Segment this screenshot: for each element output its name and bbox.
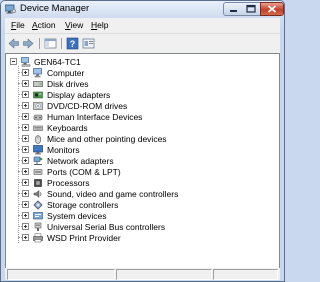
close-icon <box>267 5 277 13</box>
tree-item-label: Processors <box>47 178 90 188</box>
device-manager-icon <box>5 4 16 14</box>
menu-view[interactable]: View <box>65 20 83 30</box>
tree-item-label: WSD Print Provider <box>47 233 121 243</box>
menu-help[interactable]: Help <box>91 20 108 30</box>
tree-item-label: System devices <box>47 211 107 221</box>
tree-item-label: Universal Serial Bus controllers <box>47 222 166 232</box>
expand-toggle[interactable] <box>22 201 29 208</box>
storage-controller-icon <box>33 200 43 210</box>
toolbar-separator <box>61 38 62 49</box>
expand-toggle[interactable] <box>22 102 29 109</box>
properties-icon[interactable] <box>82 37 95 50</box>
tree-item-label: Sound, video and game controllers <box>47 189 179 199</box>
tree-item[interactable]: DVD/CD-ROM drives <box>18 101 252 112</box>
expand-toggle[interactable] <box>22 234 29 241</box>
toolbar: ? <box>5 33 280 53</box>
processor-icon <box>34 179 42 187</box>
maximize-icon <box>246 4 256 13</box>
tree-item[interactable]: Network adapters <box>18 156 252 167</box>
close-button[interactable] <box>260 2 284 16</box>
window-title: Device Manager <box>20 3 90 14</box>
help-icon[interactable]: ? <box>66 37 79 50</box>
status-cell-3 <box>213 269 278 280</box>
expand-toggle[interactable] <box>22 124 29 131</box>
expand-toggle[interactable] <box>22 69 29 76</box>
back-icon[interactable] <box>7 37 20 50</box>
expand-toggle[interactable] <box>22 91 29 98</box>
expand-toggle[interactable] <box>22 190 29 197</box>
tree-item[interactable]: Universal Serial Bus controllers <box>18 222 252 233</box>
tree-item[interactable]: Computer <box>18 68 252 79</box>
tree-root-node[interactable]: GEN64-TC1 <box>10 57 110 68</box>
svg-text:?: ? <box>70 39 76 49</box>
tree-item-label: Network adapters <box>47 156 114 166</box>
expand-toggle[interactable] <box>22 212 29 219</box>
expand-toggle[interactable] <box>22 157 29 164</box>
tree-item[interactable]: WSD Print Provider <box>18 233 252 244</box>
computer-icon <box>21 57 31 67</box>
tree-item-label: Keyboards <box>47 123 88 133</box>
status-bar <box>5 268 280 280</box>
expand-toggle[interactable] <box>22 179 29 186</box>
menu-bar: File Action View Help <box>5 18 280 33</box>
system-device-icon <box>33 212 43 220</box>
sound-icon <box>33 189 42 199</box>
expand-toggle[interactable] <box>22 80 29 87</box>
tree-item[interactable]: Display adapters <box>18 90 252 101</box>
tree-item[interactable]: Processors <box>18 178 252 189</box>
tree-item[interactable]: Disk drives <box>18 79 252 90</box>
display-adapter-icon <box>33 91 43 99</box>
tree-item[interactable]: Monitors <box>18 145 252 156</box>
printer-icon <box>33 233 43 243</box>
monitor-icon <box>33 145 43 155</box>
tree-item[interactable]: Ports (COM & LPT) <box>18 167 252 178</box>
minimize-button[interactable] <box>223 2 244 16</box>
tree-item[interactable]: System devices <box>18 211 252 222</box>
expand-toggle[interactable] <box>22 168 29 175</box>
tree-item[interactable]: Sound, video and game controllers <box>18 189 252 200</box>
minimize-icon <box>230 10 237 12</box>
network-adapter-icon <box>33 156 43 165</box>
maximize-button[interactable] <box>242 2 261 16</box>
port-icon <box>33 169 43 175</box>
disk-drive-icon <box>33 81 43 87</box>
device-manager-window: Device Manager File Action View Help ? G… <box>0 0 285 282</box>
collapse-toggle[interactable] <box>10 58 17 65</box>
tree-item-label: Computer <box>47 68 85 78</box>
status-cell-1 <box>7 269 115 280</box>
menu-action[interactable]: Action <box>32 20 56 30</box>
expand-toggle[interactable] <box>22 135 29 142</box>
tree-item[interactable]: Storage controllers <box>18 200 252 211</box>
hid-icon <box>33 114 43 121</box>
tree-root-label: GEN64-TC1 <box>34 57 81 67</box>
tree-item-label: Display adapters <box>47 90 111 100</box>
tree-item-label: Disk drives <box>47 79 89 89</box>
show-hide-console-tree-icon[interactable] <box>44 37 57 50</box>
tree-item-label: Storage controllers <box>47 200 119 210</box>
dvd-drive-icon <box>33 102 43 110</box>
usb-icon <box>34 222 42 231</box>
title-bar[interactable]: Device Manager <box>1 1 284 18</box>
keyboard-icon <box>33 125 43 131</box>
toolbar-separator <box>39 38 40 49</box>
tree-item-label: Ports (COM & LPT) <box>47 167 121 177</box>
tree-item-label: Mice and other pointing devices <box>47 134 167 144</box>
expand-toggle[interactable] <box>22 223 29 230</box>
expand-toggle[interactable] <box>22 146 29 153</box>
tree-item-label: Monitors <box>47 145 80 155</box>
forward-icon[interactable] <box>22 37 35 50</box>
tree-item-label: Human Interface Devices <box>47 112 143 122</box>
tree-connector <box>18 66 19 243</box>
tree-item[interactable]: Keyboards <box>18 123 252 134</box>
menu-file[interactable]: File <box>11 20 25 30</box>
tree-item[interactable]: Human Interface Devices <box>18 112 252 123</box>
status-cell-2 <box>116 269 212 280</box>
device-tree[interactable]: GEN64-TC1 Computer Disk drives Display ada… <box>5 53 280 269</box>
tree-item-label: DVD/CD-ROM drives <box>47 101 128 111</box>
tree-item[interactable]: Mice and other pointing devices <box>18 134 252 145</box>
mouse-icon <box>34 135 42 144</box>
expand-toggle[interactable] <box>22 113 29 120</box>
computer-icon <box>33 68 42 78</box>
